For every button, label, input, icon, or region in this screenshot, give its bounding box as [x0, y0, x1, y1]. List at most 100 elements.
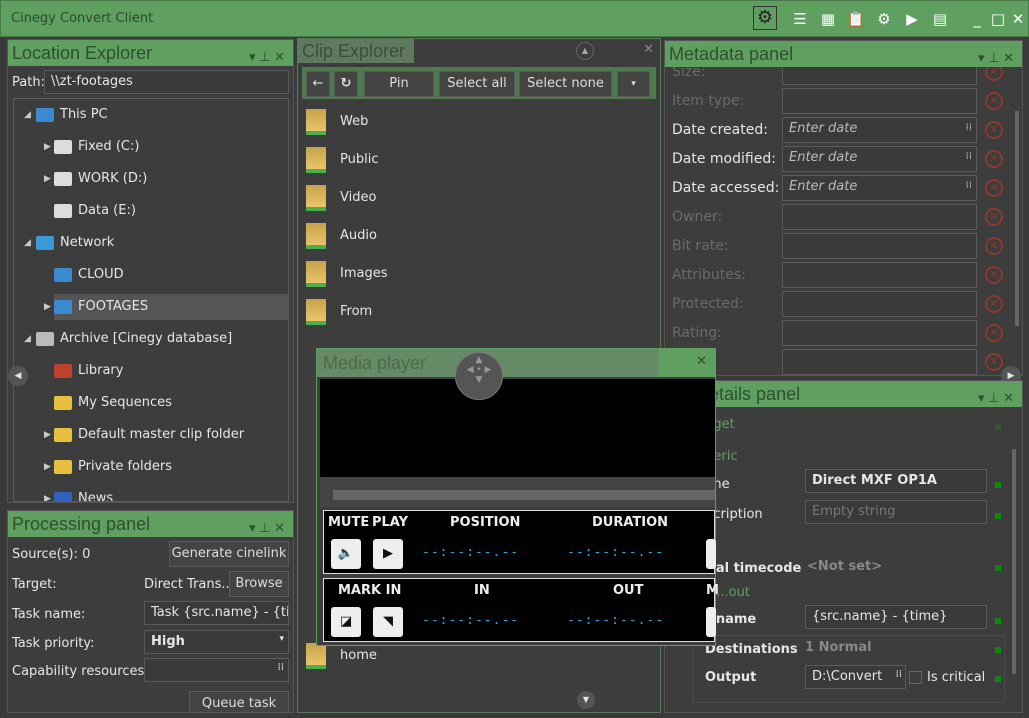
task-name-input[interactable]: Task {src.name} - {tim	[144, 601, 289, 625]
cogs-icon[interactable]: ⚙	[874, 9, 894, 29]
tree-item[interactable]: WORK (D:)	[54, 166, 147, 192]
play-icon[interactable]: ▶	[902, 9, 922, 29]
align-icon[interactable]: ☰	[790, 9, 810, 29]
folder-item[interactable]: Public	[306, 145, 378, 175]
scrollbar[interactable]	[1015, 111, 1019, 326]
metadata-input[interactable]	[782, 233, 977, 259]
tree-item[interactable]: CLOUD	[54, 262, 124, 288]
metadata-input[interactable]	[782, 262, 977, 288]
minimize-button[interactable]: _	[967, 9, 987, 29]
panel-header: Clip Explorer	[298, 39, 414, 63]
collapse-icon[interactable]: ◢	[24, 110, 31, 120]
expand-icon[interactable]: ▶	[44, 174, 51, 184]
generate-cinelink-button[interactable]: Generate cinelink	[169, 541, 289, 567]
metadata-input[interactable]: Enter date ⁞⁞	[782, 117, 977, 143]
collapse-icon[interactable]: ◢	[24, 334, 31, 344]
folder-item[interactable]: Video	[306, 183, 376, 213]
clear-icon[interactable]: ✕	[985, 353, 1003, 371]
clear-icon[interactable]: ✕	[985, 237, 1003, 255]
collapse-icon[interactable]: ◢	[24, 238, 31, 248]
refresh-button[interactable]: ↻	[334, 71, 358, 97]
clear-icon[interactable]: ✕	[985, 295, 1003, 313]
go-to-in-button[interactable]: ◥	[373, 607, 403, 637]
tree-item[interactable]: Default master clip folder	[54, 422, 244, 448]
tree-item[interactable]: Archive [Cinegy database]	[36, 326, 232, 352]
list-icon[interactable]: ▤	[930, 9, 950, 29]
tree-item[interactable]: Library	[54, 358, 123, 384]
description-input[interactable]: Empty string	[805, 500, 987, 524]
tree-item[interactable]: This PC	[36, 102, 108, 128]
folder-item[interactable]: From	[306, 297, 372, 327]
tree-item[interactable]: My Sequences	[54, 390, 172, 416]
partial-button[interactable]	[706, 607, 716, 637]
panel-controls[interactable]: ▾ ⊥ ✕	[978, 385, 1014, 411]
metadata-input[interactable]	[782, 320, 977, 346]
tree-item[interactable]: Private folders	[54, 454, 172, 480]
expand-icon[interactable]: ▶	[44, 462, 51, 472]
close-icon[interactable]: ✕	[643, 42, 654, 57]
panel-controls[interactable]: ▾ ⊥ ✕	[249, 44, 285, 70]
output-input[interactable]: D:\Convert ⁞⁞	[805, 665, 906, 689]
scroll-left-button[interactable]: ◀	[8, 366, 28, 386]
clear-icon[interactable]: ✕	[985, 121, 1003, 139]
tree-item[interactable]: FOOTAGES	[54, 294, 288, 320]
clear-icon[interactable]: ✕	[985, 208, 1003, 226]
clear-icon[interactable]: ✕	[985, 324, 1003, 342]
tree-item[interactable]: News	[54, 486, 113, 501]
expand-icon[interactable]: ▶	[44, 494, 51, 501]
scroll-up-button[interactable]: ▲	[576, 42, 594, 60]
mark-in-button[interactable]: ◪	[331, 607, 361, 637]
clear-icon[interactable]: ✕	[985, 266, 1003, 284]
grid-icon[interactable]: ▦	[818, 9, 838, 29]
tree-item[interactable]: Data (E:)	[54, 198, 136, 224]
clear-icon[interactable]: ✕	[985, 92, 1003, 110]
name-input[interactable]: Direct MXF OP1A	[805, 469, 987, 493]
clipboard-icon[interactable]: 📋	[846, 9, 866, 29]
select-none-button[interactable]: Select none	[519, 71, 612, 97]
select-all-button[interactable]: Select all	[439, 71, 515, 97]
mute-button[interactable]: 🔈	[331, 539, 361, 569]
calendar-icon[interactable]: ⁞⁞	[966, 151, 972, 162]
dock-navigator[interactable]: ▲ ◀ • ▶ ▼	[455, 352, 503, 400]
capability-input[interactable]: ⁞⁞	[144, 658, 289, 682]
panel-controls[interactable]: ▾ ⊥ ✕	[249, 515, 285, 541]
partial-button[interactable]	[706, 539, 716, 569]
metadata-input[interactable]	[782, 204, 977, 230]
queue-task-button[interactable]: Queue task	[189, 691, 289, 713]
tree-item[interactable]: Network	[36, 230, 114, 256]
scroll-down-button[interactable]: ▼	[577, 691, 595, 709]
maximize-button[interactable]: □	[988, 9, 1008, 29]
pin-button[interactable]: Pin	[364, 71, 434, 97]
metadata-input[interactable]	[782, 88, 977, 114]
filename-input[interactable]: {src.name} - {time}	[805, 605, 987, 629]
panel-controls[interactable]: ▾ ⊥ ✕	[978, 45, 1014, 71]
tree-item[interactable]: Fixed (C:)	[54, 134, 139, 160]
clear-icon[interactable]: ✕	[985, 179, 1003, 197]
close-button[interactable]: ✕	[1008, 9, 1028, 29]
expand-icon[interactable]: ▶	[44, 302, 51, 312]
scrollbar[interactable]	[1012, 449, 1016, 674]
task-priority-select[interactable]: High ▾	[144, 630, 289, 654]
metadata-input[interactable]: Enter date ⁞⁞	[782, 175, 977, 201]
folder-item[interactable]: Images	[306, 259, 388, 289]
folder-item[interactable]: Audio	[306, 221, 377, 251]
seek-bar[interactable]	[333, 490, 715, 500]
metadata-input[interactable]	[782, 291, 977, 317]
dropdown-button[interactable]: ▾	[617, 71, 650, 97]
gear-icon[interactable]: ⚙	[753, 6, 777, 30]
path-input[interactable]: \\zt-footages	[44, 70, 289, 94]
expand-icon[interactable]: ▶	[44, 430, 51, 440]
folder-item[interactable]: Web	[306, 107, 368, 137]
expand-icon[interactable]: ▶	[44, 142, 51, 152]
metadata-input[interactable]	[782, 349, 977, 375]
clear-icon[interactable]: ✕	[985, 150, 1003, 168]
calendar-icon[interactable]: ⁞⁞	[966, 122, 972, 133]
back-button[interactable]: ←	[306, 71, 330, 97]
close-icon[interactable]: ✕	[696, 354, 707, 369]
browse-button[interactable]: Browse	[229, 571, 289, 597]
folder-label: Audio	[340, 228, 377, 243]
metadata-input[interactable]: Enter date ⁞⁞	[782, 146, 977, 172]
play-button[interactable]: ▶	[373, 539, 403, 569]
is-critical-checkbox[interactable]	[909, 671, 922, 684]
calendar-icon[interactable]: ⁞⁞	[966, 180, 972, 191]
